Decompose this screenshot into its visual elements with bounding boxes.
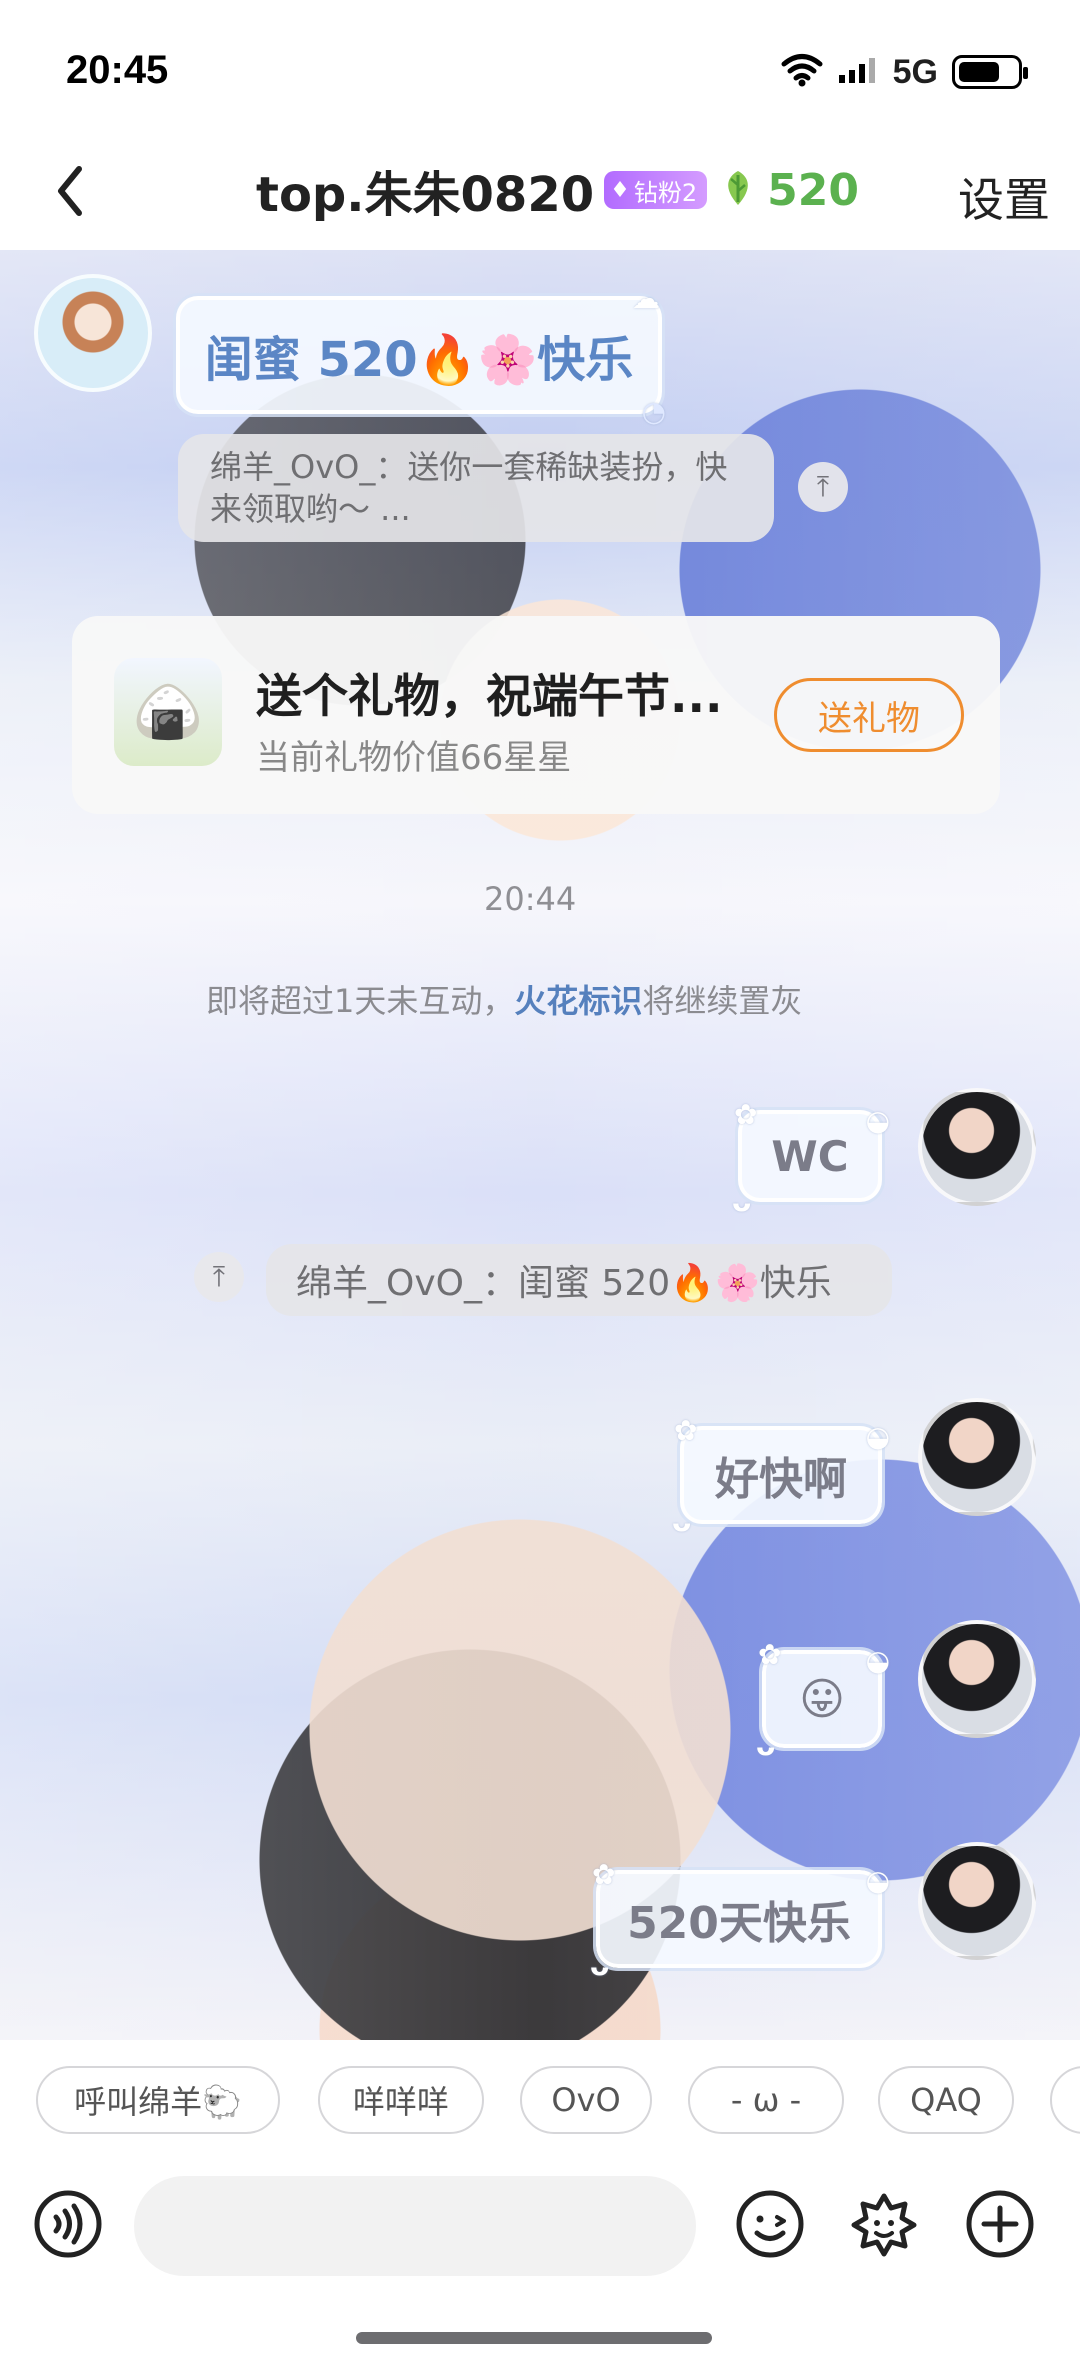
rabbit-icon: ᴗ [672,1505,692,1538]
fan-badge-label: 钻粉2 [633,178,698,207]
system-reply-bubble[interactable]: 绵羊_OvO_：送你一套稀缺装扮，快来领取哟～ ... [178,434,774,542]
rabbit-icon: ᴗ [756,1729,776,1762]
flower-icon: ✿ [674,1414,698,1447]
smile-icon [734,2188,806,2264]
more-button[interactable] [964,2190,1036,2262]
emoji-button[interactable] [734,2190,806,2262]
notice-suffix: 将继续置灰 [642,982,803,1020]
quick-replies-bar: 呼叫绵羊🐑 咩咩咩 OvO - ω - QAQ [0,2040,1080,2146]
self-avatar[interactable] [918,1398,1036,1516]
rabbit-icon: ᴗ [590,1949,610,1982]
emoji-message-text: 😛 [799,1673,845,1725]
cat-icon: ◔ [641,395,666,428]
voice-button[interactable] [32,2190,104,2262]
self-avatar[interactable] [918,1842,1036,1960]
quoted-reply-text: 绵羊_OvO_：闺蜜 520🔥🌸快乐 [296,1263,832,1304]
incoming-message-text: 闺蜜 520🔥🌸快乐 [204,332,634,388]
diamond-icon: ♦ [610,177,630,203]
message-input[interactable] [134,2176,696,2276]
wifi-icon [781,53,823,91]
drop-icon: ◒ [865,1864,890,1897]
system-reply-text: 绵羊_OvO_：送你一套稀缺装扮，快来领取哟～ ... [210,448,728,528]
chat-content: 闺蜜 520🔥🌸快乐 ☁ ◔ 绵羊_OvO_：送你一套稀缺装扮，快来领取哟～ .… [0,250,1080,2062]
network-label: 5G [892,52,938,91]
chat-background: 闺蜜 520🔥🌸快乐 ☁ ◔ 绵羊_OvO_：送你一套稀缺装扮，快来领取哟～ .… [0,250,1080,2062]
chat-header: top.朱朱0820 ♦ 钻粉2 520 设置 [0,140,1080,250]
interaction-notice: 即将超过1天未互动，火花标识将继续置灰 [206,976,802,1022]
quick-reply-chip[interactable]: 咩咩咩 [318,2066,484,2134]
status-bar: 20:45 5G [0,0,1080,140]
contact-avatar[interactable] [34,274,152,392]
self-avatar[interactable] [918,1620,1036,1738]
flower-icon: ✿ [592,1858,616,1891]
chat-title: top.朱朱0820 [256,167,595,223]
pin-icon[interactable]: ⤒ [798,462,848,512]
battery-icon [952,55,1028,89]
rabbit-icon: ᴗ [732,1185,752,1218]
flower-icon: ✿ [758,1638,782,1671]
notice-prefix: 即将超过1天未互动， [206,982,515,1020]
quick-reply-chip[interactable]: OvO [520,2066,652,2134]
leaf-count: 520 [767,164,859,216]
quick-reply-chip[interactable]: 呼叫绵羊🐑 [36,2066,280,2134]
send-gift-button[interactable]: 送礼物 [774,678,964,752]
battery-fill [959,62,1000,82]
emoji-message-bubble[interactable]: 😛 ✿ ◒ ᴗ [756,1638,890,1762]
zongzi-icon: 🍙 [114,658,222,766]
flower-icon: ✿ [734,1098,758,1131]
outgoing-message-bubble[interactable]: 520天快乐 ✿ ◒ ᴗ [590,1858,890,1982]
notice-link[interactable]: 火花标识 [514,982,642,1020]
flower-icon [848,2188,920,2264]
quick-reply-chip[interactable]: - ω - [688,2066,844,2134]
incoming-message-bubble[interactable]: 闺蜜 520🔥🌸快乐 ☁ ◔ [176,282,666,428]
outgoing-message-bubble[interactable]: 好快啊 ✿ ◒ ᴗ [672,1414,890,1538]
plus-icon [964,2188,1036,2264]
chat-title-group: top.朱朱0820 ♦ 钻粉2 520 [256,154,859,226]
drop-icon: ◒ [865,1644,890,1677]
chevron-left-icon [51,163,91,223]
sticker-button[interactable] [848,2190,920,2262]
self-avatar[interactable] [918,1088,1036,1206]
drop-icon: ◒ [865,1104,890,1137]
quick-reply-chip-partial[interactable] [1050,2066,1080,2134]
gift-card: 🍙 送个礼物，祝端午节... 当前礼物价值66星星 送礼物 [72,616,1000,814]
signal-icon [837,55,879,89]
settings-button[interactable]: 设置 [958,164,1050,230]
gift-title: 送个礼物，祝端午节... [256,669,723,723]
leaf-icon [717,167,759,213]
home-indicator [356,2332,712,2344]
message-timestamp: 20:44 [484,880,577,918]
quick-reply-chip[interactable]: QAQ [878,2066,1014,2134]
fan-badge: ♦ 钻粉2 [604,171,708,209]
outgoing-message-bubble[interactable]: WC ✿ ◒ ᴗ [732,1098,890,1218]
outgoing-message-text: 好快啊 [715,1454,847,1505]
quoted-reply-bubble[interactable]: 绵羊_OvO_：闺蜜 520🔥🌸快乐 [266,1244,892,1316]
outgoing-message-text: WC [771,1131,849,1181]
quoted-pin-icon[interactable]: ⤒ [194,1252,244,1302]
voice-icon [32,2188,104,2264]
status-icons: 5G [781,52,1028,92]
cloud-icon: ☁ [632,282,660,315]
gift-subtitle: 当前礼物价值66星星 [256,738,572,778]
spark-count: 520 [717,165,859,216]
back-button[interactable] [36,158,106,228]
drop-icon: ◒ [865,1420,890,1453]
status-time: 20:45 [66,48,169,92]
outgoing-message-text: 520天快乐 [627,1898,851,1949]
